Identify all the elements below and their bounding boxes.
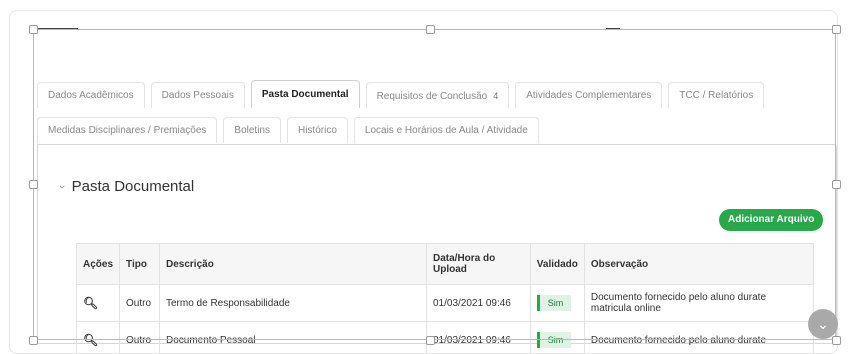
table-row: 🔍︎ Outro Documento Pessoal 01/03/2021 09… [75, 321, 815, 354]
validated-badge: Sim [536, 295, 572, 311]
cell-observacao: Documento fornecido pelo aluno durate ma… [583, 284, 815, 322]
cell-descricao: Documento Pessoal [159, 321, 427, 354]
cell-tipo: Outro [119, 321, 160, 354]
validated-badge: Sim [536, 332, 572, 348]
tab-count-badge: 4 [493, 91, 499, 101]
tab-label: Atividades Complementares [526, 90, 652, 101]
section-header[interactable]: › Pasta Documental [56, 178, 195, 195]
cell-tipo: Outro [119, 284, 160, 322]
tabs-row-1: Dados Acadêmicos Dados Pessoais Pasta Do… [37, 80, 770, 108]
chevron-down-icon: ⌄ [817, 315, 829, 332]
top-bar-left [36, 28, 78, 30]
tab-boletins[interactable]: Boletins [223, 117, 281, 143]
tab-label: Histórico [297, 125, 337, 136]
search-icon[interactable]: 🔍︎ [83, 333, 98, 347]
add-file-button[interactable]: Adicionar Arquivo [719, 209, 824, 231]
documents-table: Ações Tipo Descrição Data/Hora do Upload… [75, 243, 815, 354]
cell-data: 01/03/2021 09:46 [426, 284, 531, 322]
resize-handle[interactable] [832, 25, 841, 34]
cell-descricao: Termo de Responsabilidade [159, 284, 427, 322]
header-acoes: Ações [75, 243, 121, 285]
resize-handle[interactable] [832, 336, 841, 345]
tab-label: Locais e Horários de Aula / Atividade [364, 125, 528, 136]
search-icon[interactable]: 🔍︎ [83, 296, 98, 310]
tab-historico[interactable]: Histórico [286, 117, 348, 143]
resize-handle[interactable] [29, 180, 38, 189]
scroll-down-button[interactable]: ⌄ [808, 309, 838, 339]
tab-label: TCC / Relatórios [679, 90, 754, 101]
cell-validado: Sim [529, 321, 585, 354]
cell-acoes: 🔍︎ [75, 321, 121, 354]
table-row: 🔍︎ Outro Termo de Responsabilidade 01/03… [75, 284, 815, 322]
header-tipo: Tipo [119, 243, 160, 285]
tab-label: Dados Pessoais [161, 90, 234, 101]
tab-label: Requisitos de Conclusão [376, 91, 488, 102]
tab-locais-horarios[interactable]: Locais e Horários de Aula / Atividade [353, 117, 539, 143]
tab-medidas-disciplinares[interactable]: Medidas Disciplinares / Premiações [37, 117, 218, 143]
chevron-icon[interactable]: › [56, 185, 68, 189]
header-data-upload: Data/Hora do Upload [426, 243, 531, 285]
resize-handle[interactable] [426, 336, 435, 345]
header-descricao: Descrição [159, 243, 427, 285]
table-header-row: Ações Tipo Descrição Data/Hora do Upload… [75, 243, 815, 285]
header-observacao: Observação [583, 243, 815, 285]
resize-handle[interactable] [832, 180, 841, 189]
cell-observacao: Documento fornecido pelo aluno durate [583, 321, 815, 354]
section-title: Pasta Documental [71, 178, 195, 195]
tab-tcc-relatorios[interactable]: TCC / Relatórios [668, 82, 765, 108]
top-bar-right [606, 28, 620, 30]
cell-acoes: 🔍︎ [75, 284, 121, 322]
header-validado: Validado [529, 243, 585, 285]
tab-pasta-documental[interactable]: Pasta Documental [250, 80, 360, 108]
tab-dados-academicos[interactable]: Dados Acadêmicos [37, 82, 145, 108]
tab-label: Boletins [234, 125, 270, 136]
tab-label: Dados Acadêmicos [48, 90, 134, 101]
cell-data: 01/03/2021 09:46 [426, 321, 531, 354]
tab-dados-pessoais[interactable]: Dados Pessoais [150, 82, 245, 108]
tab-label: Medidas Disciplinares / Premiações [48, 125, 207, 136]
resize-handle[interactable] [29, 336, 38, 345]
resize-handle[interactable] [426, 25, 435, 34]
resize-handle[interactable] [29, 25, 38, 34]
tab-requisitos-conclusao[interactable]: Requisitos de Conclusão 4 [365, 82, 510, 108]
cell-validado: Sim [529, 284, 585, 322]
tabs-row-2: Medidas Disciplinares / Premiações Bolet… [37, 117, 545, 143]
tab-label: Pasta Documental [261, 89, 349, 100]
tab-atividades-complementares[interactable]: Atividades Complementares [515, 82, 663, 108]
